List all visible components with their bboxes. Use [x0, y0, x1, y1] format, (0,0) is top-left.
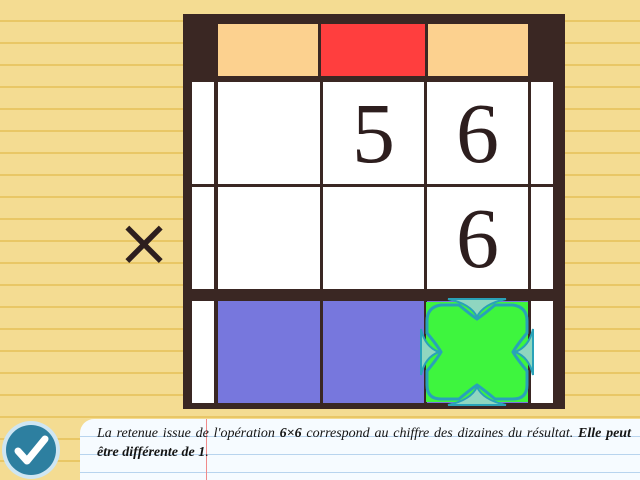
result-cell-tens[interactable] — [323, 301, 424, 403]
carry-cell-hundreds[interactable] — [218, 24, 318, 76]
left-margin-cell — [192, 187, 214, 289]
multiplier-units-digit: 6 — [427, 187, 528, 289]
multiplication-sign: × — [116, 204, 172, 281]
multiplier-tens-digit — [323, 187, 424, 289]
instruction-panel: La retenue issue de l'opération 6×6 corr… — [80, 419, 640, 480]
left-margin-cell — [192, 82, 214, 184]
multiplicand-units-digit: 6 — [427, 82, 528, 184]
instruction-operation: 6×6 — [279, 426, 302, 441]
left-margin-cell — [192, 301, 214, 403]
result-cell-hundreds[interactable] — [218, 301, 320, 403]
selector-arrows-icon — [420, 298, 534, 406]
multiplicand-tens-digit: 5 — [323, 82, 424, 184]
validate-button-face — [6, 425, 56, 475]
right-margin-cell — [531, 82, 553, 184]
multiplier-hundreds-digit — [218, 187, 320, 289]
instruction-ending: . — [205, 445, 209, 460]
carry-cell-units[interactable] — [428, 24, 528, 76]
instruction-text-part: La retenue issue de l'opération — [97, 426, 280, 441]
right-margin-cell — [531, 187, 553, 289]
multiplicand-hundreds-digit — [218, 82, 320, 184]
instruction-text: La retenue issue de l'opération 6×6 corr… — [97, 424, 631, 462]
carry-cell-tens[interactable] — [321, 24, 425, 76]
cell-selector-cursor[interactable] — [419, 293, 535, 411]
instruction-text-part: correspond au chiffre des dizaines du ré… — [301, 426, 574, 441]
checkmark-icon — [14, 435, 49, 465]
validate-button[interactable] — [2, 421, 60, 479]
